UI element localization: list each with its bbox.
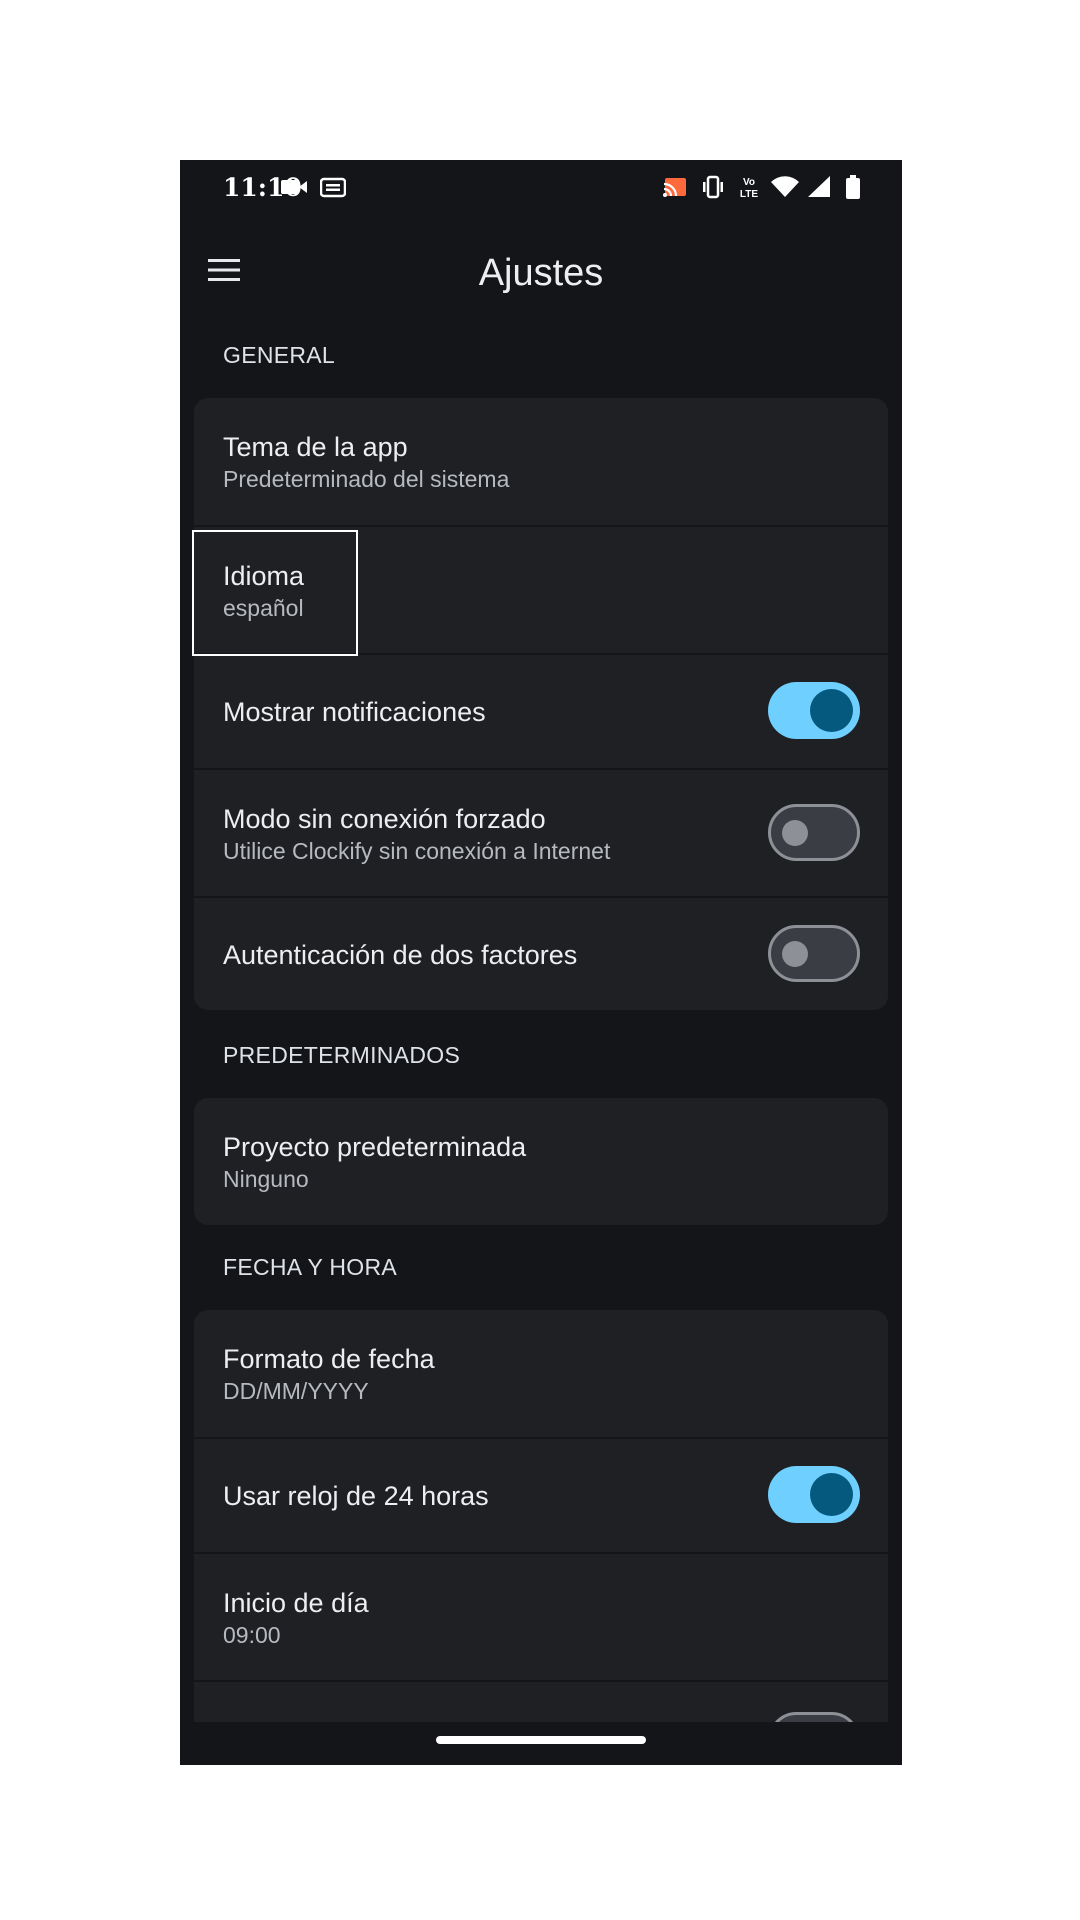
- setting-title: Tema de la app: [223, 432, 408, 462]
- phone-screen: 11:10 Vo LTE Ajustes GENERAL Tema de la …: [180, 160, 902, 1765]
- section-header-defaults: PREDETERMINADOS: [223, 1042, 461, 1068]
- offline-mode-toggle[interactable]: [768, 804, 860, 861]
- setting-title: Mostrar notificaciones: [223, 697, 486, 727]
- section-header-datetime: FECHA Y HORA: [223, 1254, 398, 1280]
- cellular-signal-icon: [808, 176, 830, 197]
- two-factor-toggle[interactable]: [768, 925, 860, 982]
- setting-subtitle: Utilice Clockify sin conexión a Internet: [223, 838, 611, 864]
- setting-title: Inicio de día: [223, 1588, 369, 1618]
- setting-date-format[interactable]: Formato de fecha DD/MM/YYYY: [194, 1310, 888, 1437]
- svg-text:Vo: Vo: [743, 177, 755, 188]
- datetime-settings-card: Formato de fecha DD/MM/YYYY Usar reloj d…: [194, 1310, 888, 1765]
- setting-default-project[interactable]: Proyecto predeterminada Ninguno: [194, 1098, 888, 1225]
- defaults-settings-card: Proyecto predeterminada Ninguno: [194, 1098, 888, 1225]
- setting-value: 09:00: [223, 1622, 281, 1648]
- setting-title: Formato de fecha: [223, 1344, 435, 1374]
- setting-day-start[interactable]: Inicio de día 09:00: [194, 1552, 888, 1680]
- setting-title: Autenticación de dos factores: [223, 940, 578, 970]
- gif-badge-icon: [320, 177, 346, 198]
- vibrate-icon: [703, 175, 723, 199]
- focus-highlight: [192, 530, 358, 656]
- status-bar: 11:10 Vo LTE: [180, 160, 902, 220]
- toggle-knob: [782, 941, 808, 967]
- setting-title: Proyecto predeterminada: [223, 1132, 527, 1162]
- setting-forced-offline-mode[interactable]: Modo sin conexión forzado Utilice Clocki…: [194, 768, 888, 896]
- toggle-knob: [782, 820, 808, 846]
- setting-two-factor-auth[interactable]: Autenticación de dos factores: [194, 896, 888, 1010]
- home-indicator[interactable]: [436, 1736, 646, 1744]
- battery-icon: [846, 175, 860, 199]
- toggle-knob: [810, 1473, 853, 1516]
- setting-value: DD/MM/YYYY: [223, 1378, 369, 1404]
- app-bar: Ajustes: [180, 220, 902, 330]
- page-title: Ajustes: [478, 252, 604, 294]
- setting-app-theme[interactable]: Tema de la app Predeterminado del sistem…: [194, 398, 888, 525]
- section-header-general: GENERAL: [223, 342, 336, 368]
- toggle-knob: [810, 689, 853, 732]
- cast-icon: [663, 178, 686, 197]
- setting-24-hour-clock[interactable]: Usar reloj de 24 horas: [194, 1437, 888, 1552]
- general-settings-card: Tema de la app Predeterminado del sistem…: [194, 398, 888, 1010]
- clock-24h-toggle[interactable]: [768, 1466, 860, 1523]
- setting-value: Predeterminado del sistema: [223, 466, 510, 492]
- navigation-bar: [180, 1722, 902, 1765]
- svg-text:LTE: LTE: [740, 189, 758, 200]
- setting-value: Ninguno: [223, 1166, 309, 1192]
- setting-title: Modo sin conexión forzado: [223, 804, 546, 834]
- setting-show-notifications[interactable]: Mostrar notificaciones: [194, 653, 888, 768]
- setting-title: Usar reloj de 24 horas: [223, 1481, 489, 1511]
- notifications-toggle[interactable]: [768, 682, 860, 739]
- volte-icon: Vo LTE: [740, 177, 758, 200]
- video-camera-icon: [281, 180, 307, 194]
- wifi-icon: [771, 176, 799, 197]
